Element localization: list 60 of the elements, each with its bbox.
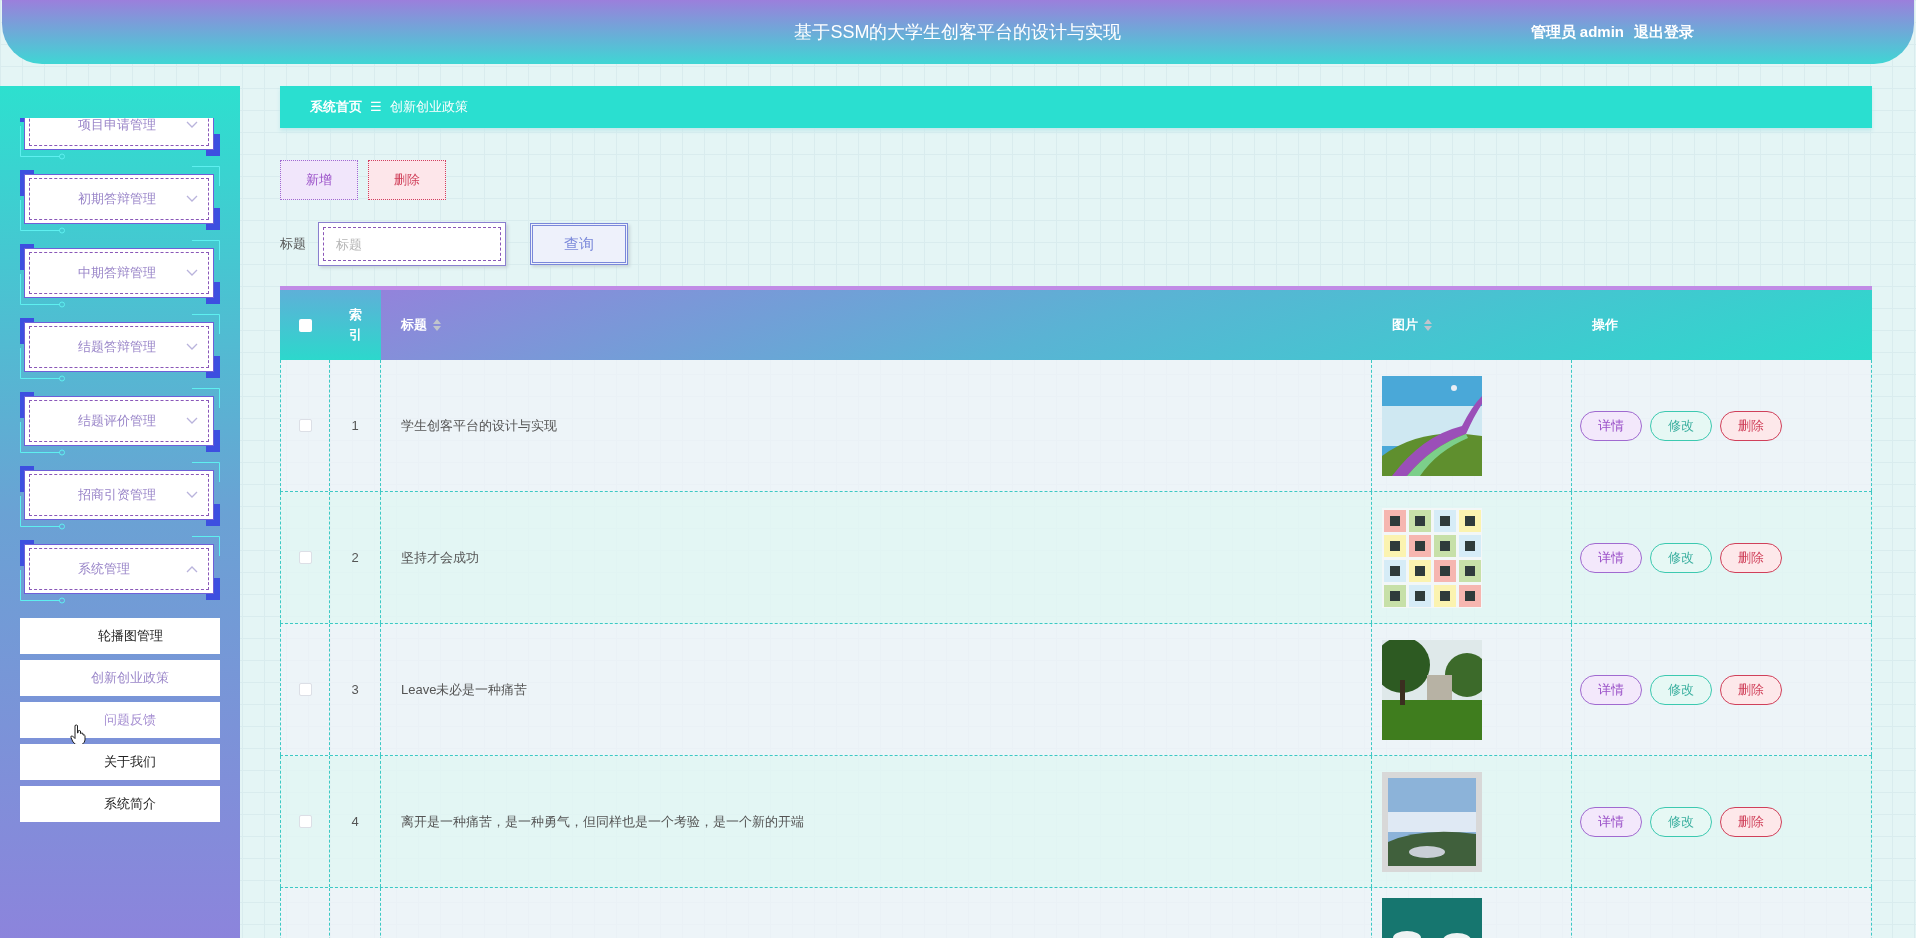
column-header: 标题 [401, 316, 427, 335]
sidebar-group[interactable]: 招商引资管理 [24, 470, 214, 520]
detail-button[interactable]: 详情 [1580, 674, 1642, 705]
sidebar-group[interactable]: 中期答辩管理 [24, 248, 214, 298]
sidebar-group[interactable]: 结题答辩管理 [24, 322, 214, 372]
table-cell-text: Leave未必是一种痛苦 [401, 680, 528, 699]
sidebar-item[interactable]: 关于我们 [20, 744, 220, 780]
sidebar-item[interactable]: 创新创业政策 [20, 660, 220, 696]
delete-row-button[interactable]: 删除 [1720, 674, 1782, 705]
page-title: 基于SSM的大学生创客平台的设计与实现 [794, 20, 1122, 44]
sidebar-group[interactable]: 初期答辩管理 [24, 174, 214, 224]
search-label: 标题 [280, 235, 307, 254]
edit-button[interactable]: 修改 [1650, 806, 1712, 837]
delete-row-button[interactable]: 删除 [1720, 806, 1782, 837]
detail-button[interactable]: 详情 [1580, 410, 1642, 441]
column-header: 操作 [1592, 316, 1618, 335]
sort-icon[interactable] [433, 319, 441, 331]
table-cell-text: 离开是一种痛苦，是一种勇气，但同样也是一个考验，是一个新的开端 [401, 812, 804, 831]
sort-icon[interactable] [1424, 319, 1432, 331]
select-all-checkbox[interactable] [298, 318, 312, 332]
row-checkbox[interactable] [298, 551, 312, 564]
chevron-down-icon [186, 417, 198, 425]
sidebar-group[interactable]: 结题评价管理 [24, 396, 214, 446]
edit-button[interactable]: 修改 [1650, 542, 1712, 573]
detail-button[interactable]: 详情 [1580, 542, 1642, 573]
chevron-up-icon [186, 565, 198, 573]
table-cell-text: 4 [351, 812, 359, 831]
search-button[interactable]: 查询 [530, 223, 628, 265]
table-cell-text: 1 [351, 416, 359, 435]
delete-button[interactable]: 删除 [368, 160, 446, 200]
chevron-down-icon [186, 269, 198, 277]
add-button[interactable]: 新增 [280, 160, 358, 200]
row-checkbox[interactable] [298, 815, 312, 828]
breadcrumb-separator: ☰ [370, 98, 382, 117]
search-field[interactable]: 标题 [318, 222, 506, 266]
column-header: 索引 [348, 306, 363, 344]
table-cell-text: 2 [351, 548, 359, 567]
detail-button[interactable]: 详情 [1580, 806, 1642, 837]
hand-cursor-icon [70, 724, 86, 746]
edit-button[interactable]: 修改 [1650, 410, 1712, 441]
user-label: 管理员 admin [1530, 21, 1624, 42]
breadcrumb-current: 创新创业政策 [390, 98, 468, 117]
logout-link[interactable]: 退出登录 [1634, 20, 1694, 44]
sidebar-group[interactable]: 系统管理 [24, 544, 214, 594]
table-cell-text: 3 [351, 680, 359, 699]
column-header: 图片 [1392, 316, 1418, 335]
sidebar-group[interactable]: 项目申请管理 [24, 118, 214, 150]
table-cell-text: 坚持才会成功 [401, 548, 479, 567]
chevron-down-icon [186, 491, 198, 499]
table-cell-text: 学生创客平台的设计与实现 [401, 416, 557, 435]
chevron-down-icon [186, 121, 198, 129]
chevron-down-icon [186, 195, 198, 203]
sidebar-item[interactable]: 轮播图管理 [20, 618, 220, 654]
delete-row-button[interactable]: 删除 [1720, 410, 1782, 441]
sidebar-item[interactable]: 系统简介 [20, 786, 220, 822]
row-checkbox[interactable] [298, 683, 312, 696]
chevron-down-icon [186, 343, 198, 351]
row-checkbox[interactable] [298, 419, 312, 432]
edit-button[interactable]: 修改 [1650, 674, 1712, 705]
delete-row-button[interactable]: 删除 [1720, 542, 1782, 573]
